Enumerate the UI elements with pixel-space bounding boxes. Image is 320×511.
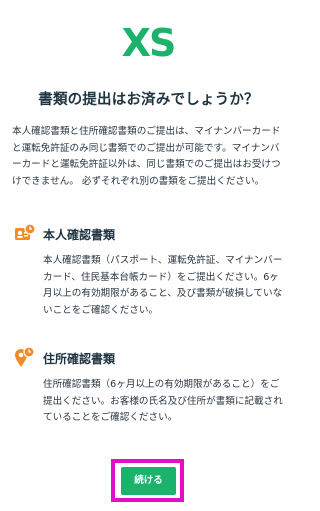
address-section-text: 住所確認書類（6ヶ月以上の有効期限があること）をご提出ください。お客様の氏名及び… bbox=[43, 379, 283, 423]
id-section-text: 本人確認書類（パスポート、運転免許証、マイナンバーカード、住民基本台帳カード）を… bbox=[43, 255, 283, 316]
xs-logo: XS bbox=[122, 24, 177, 60]
address-section-title: 住所確認書類 bbox=[43, 352, 116, 366]
document-check-page: XS 書類の提出はお済みでしょうか？ 本人確認書類と住所確認書類のご提出は、マイ… bbox=[0, 0, 297, 511]
location-clock-icon bbox=[15, 346, 35, 367]
id-card-clock-icon bbox=[15, 223, 36, 240]
page-title: 書類の提出はお済みでしょうか？ bbox=[38, 92, 259, 108]
logo-text: XS bbox=[122, 24, 175, 60]
continue-button[interactable]: 続ける bbox=[121, 467, 176, 495]
id-section-title: 本人確認書類 bbox=[43, 228, 116, 242]
intro-text: 本人確認書類と住所確認書類のご提出は、マイナンバーカードと運転免許証のみ同じ書類… bbox=[12, 126, 281, 187]
